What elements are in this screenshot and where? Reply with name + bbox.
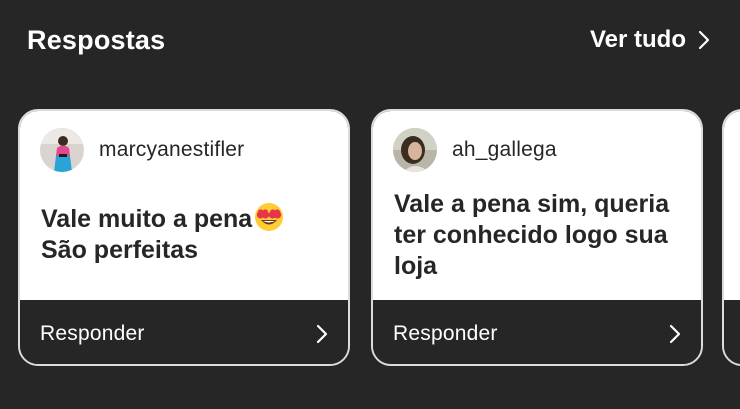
username[interactable]: marcyanestifler: [99, 138, 244, 162]
username[interactable]: ah_gallega: [452, 138, 557, 162]
message-line: loja: [394, 252, 438, 280]
message-line: Vale muito a pena: [41, 205, 253, 233]
message-line: Vale a pena sim, queria: [394, 190, 670, 218]
reply-card-body: [724, 111, 740, 300]
heart-eyes-emoji: [254, 202, 284, 232]
see-all-label: Ver tudo: [589, 26, 686, 53]
avatar[interactable]: [40, 128, 84, 172]
reply-card-partial[interactable]: [722, 109, 740, 366]
reply-card-body: ah_gallega Vale a pena sim, queria ter c…: [373, 111, 701, 300]
reply-author[interactable]: ah_gallega: [393, 128, 557, 172]
avatar[interactable]: [393, 128, 437, 172]
section-header: Respostas Ver tudo: [27, 22, 710, 58]
message-line: São perfeitas: [41, 236, 199, 264]
reply-card[interactable]: ah_gallega Vale a pena sim, queria ter c…: [371, 109, 703, 366]
section-title: Respostas: [27, 24, 166, 55]
message-line: ter conhecido logo sua: [394, 221, 668, 249]
see-all-link[interactable]: Ver tudo: [590, 26, 710, 54]
chevron-right-icon: [698, 30, 710, 50]
replies-section: Respostas Ver tudo marcyanestifler Vale …: [0, 0, 740, 409]
chevron-right-icon: [316, 324, 328, 344]
reply-card[interactable]: marcyanestifler Vale muito a pena São pe…: [18, 109, 350, 366]
reply-button[interactable]: Responder: [373, 300, 701, 364]
chevron-right-icon: [669, 324, 681, 344]
reply-button[interactable]: Responder: [20, 300, 348, 364]
reply-message: Vale muito a pena São perfeitas: [41, 202, 330, 266]
reply-button-label: Responder: [40, 322, 145, 345]
reply-author[interactable]: marcyanestifler: [40, 128, 244, 172]
reply-message: Vale a pena sim, queria ter conhecido lo…: [394, 189, 683, 282]
reply-card-body: marcyanestifler Vale muito a pena São pe…: [20, 111, 348, 300]
reply-button[interactable]: [724, 300, 740, 364]
reply-button-label: Responder: [393, 322, 498, 345]
